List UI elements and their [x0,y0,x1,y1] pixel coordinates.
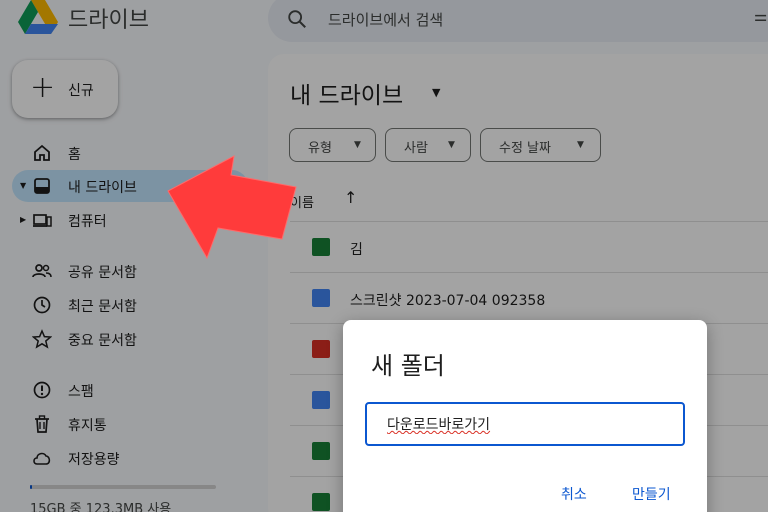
dialog-title: 새 폴더 [371,352,445,380]
create-button[interactable]: 만들기 [632,484,671,504]
cancel-button[interactable]: 취소 [561,484,587,504]
new-folder-dialog: 새 폴더 취소 만들기 [343,320,707,512]
folder-name-input[interactable] [365,402,685,446]
